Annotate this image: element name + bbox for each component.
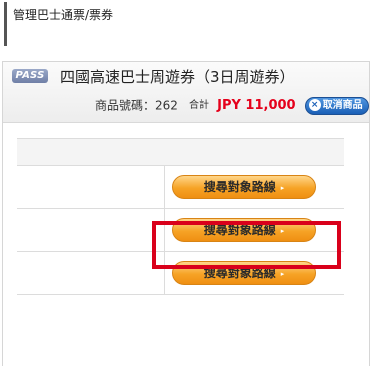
arrow-right-icon: ▸ [280,270,285,278]
product-code-label: 商品號碼： [95,98,156,113]
routes-table-header [17,139,344,166]
search-route-button[interactable]: 搜尋對象路線 ▸ [172,175,316,199]
routes-table: 搜尋對象路線 ▸ 搜尋對象路線 ▸ 搜尋對象路線 ▸ [17,138,344,295]
product-title: 四國高速巴士周遊券（3日周遊券） [60,68,295,86]
route-cell [17,252,165,294]
table-row: 搜尋對象路線 ▸ [17,252,344,295]
product-code-value: 262 [155,98,178,113]
close-icon: × [308,98,321,111]
search-route-label: 搜尋對象路線 [203,180,276,194]
search-route-label: 搜尋對象路線 [203,266,276,280]
breadcrumb: 管理巴士通票/票券 [13,8,114,22]
search-route-button[interactable]: 搜尋對象路線 ▸ [172,261,316,285]
total-label: 合計 [189,99,210,111]
page: 管理巴士通票/票券 PASS 四國高速巴士周遊券（3日周遊券） 商品號碼：262… [0,0,374,366]
search-route-button[interactable]: 搜尋對象路線 ▸ [172,218,316,242]
product-meta: 商品號碼：262 合計 JPY 11,000 × 取消商品 [95,95,369,115]
table-row: 搜尋對象路線 ▸ [17,166,344,209]
arrow-right-icon: ▸ [280,184,285,192]
route-cell [17,166,165,208]
product-price: JPY 11,000 [217,97,296,113]
search-route-label: 搜尋對象路線 [203,223,276,237]
route-cell [17,209,165,251]
cancel-product-label: 取消商品 [322,99,363,111]
pass-badge: PASS [12,69,48,83]
table-row: 搜尋對象路線 ▸ [17,209,344,252]
breadcrumb-accent-bar [4,2,7,46]
cancel-product-button[interactable]: × 取消商品 [304,96,369,115]
product-card-header: PASS 四國高速巴士周遊券（3日周遊券） 商品號碼：262 合計 JPY 11… [3,62,369,123]
arrow-right-icon: ▸ [280,227,285,235]
